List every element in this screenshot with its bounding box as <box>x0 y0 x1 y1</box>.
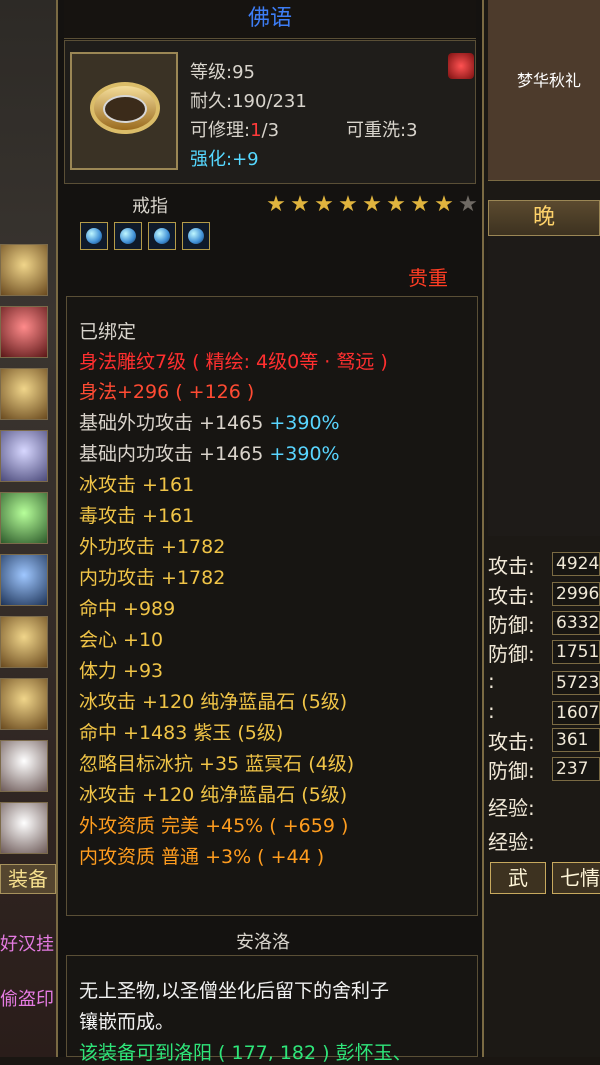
item-level: 等级:95 <box>190 62 255 83</box>
rewash-info: 可重洗:3 <box>346 120 418 141</box>
stat-value: 237 <box>552 757 600 781</box>
stat-value: 5723 <box>552 671 600 695</box>
equipment-slot[interactable] <box>0 678 48 730</box>
enhance-label: 强化: <box>190 149 233 170</box>
sidebar-label: 偷盗印 <box>0 989 54 1010</box>
repair-value: 1 <box>250 120 262 141</box>
attribute-line: 内功攻击 +1782 <box>79 567 226 589</box>
attribute-line: 冰攻击 +120 纯净蓝晶石 (5级) <box>79 691 348 713</box>
stat-value: 361 <box>552 728 600 752</box>
rarity-label: 贵重 <box>408 266 448 290</box>
star-icon: ★ <box>362 192 382 217</box>
attribute-line: 体力 +93 <box>79 660 164 682</box>
equipment-slot[interactable] <box>0 244 48 296</box>
description-panel: 无上圣物,以圣僧坐化后留下的舍利子 镶嵌而成。 该装备可到洛阳 ( 177, 1… <box>66 955 478 1064</box>
gem-slot[interactable] <box>114 222 142 250</box>
stat-label: 防御: <box>488 759 535 783</box>
bound-status: 已绑定 <box>79 321 137 343</box>
gem-slot[interactable] <box>182 222 210 250</box>
star-icon: ★ <box>458 192 478 217</box>
star-icon: ★ <box>266 192 286 217</box>
bottom-tabs: 武 七情 <box>490 862 600 894</box>
stat-value: 1607 <box>552 701 600 725</box>
equipment-slot[interactable] <box>0 492 48 544</box>
attribute-line: 基础内功攻击 +1465 +390% <box>79 439 340 466</box>
equipment-slot[interactable] <box>0 740 48 792</box>
attribute-extra: +390% <box>263 412 340 434</box>
item-durability: 耐久:190/231 <box>190 91 307 112</box>
repair-label: 可修理: <box>190 120 251 141</box>
attribute-line: 身法+296 ( +126 ) <box>79 377 254 404</box>
stat-value: 6332 <box>552 611 600 635</box>
star-icon: ★ <box>434 192 454 217</box>
tab-seven-emotions[interactable]: 七情 <box>552 862 600 894</box>
item-title: 佛语 <box>64 0 476 39</box>
description-line: 无上圣物,以圣僧坐化后留下的舍利子 <box>79 980 390 1002</box>
stat-label: 攻击: <box>488 554 535 578</box>
sidebar-label: 好汉挂 <box>0 934 54 955</box>
enhance-value: +9 <box>232 149 259 170</box>
stat-label: : <box>488 669 495 693</box>
attribute-line: 会心 +10 <box>79 629 164 651</box>
item-image <box>70 52 178 170</box>
stat-value: 2996 <box>552 582 600 606</box>
attribute-line: 冰攻击 +120 纯净蓝晶石 (5级) <box>79 784 348 806</box>
equipment-slot[interactable] <box>0 306 48 358</box>
description-line: 该装备可到洛阳 ( 177, 182 ) 彭怀玉、 <box>79 1042 412 1064</box>
source-title: 安洛洛 <box>236 932 290 953</box>
star-icon: ★ <box>410 192 430 217</box>
stat-label: 攻击: <box>488 730 535 754</box>
stat-label: : <box>488 699 495 723</box>
stat-label: 防御: <box>488 613 535 637</box>
star-icon: ★ <box>314 192 334 217</box>
ring-icon <box>90 82 160 134</box>
equipment-slot[interactable] <box>0 368 48 420</box>
experience-label: 经验: <box>488 796 535 820</box>
attribute-line: 忽略目标冰抗 +35 蓝冥石 (4级) <box>79 753 355 775</box>
attribute-line: 内攻资质 普通 +3% ( +44 ) <box>79 846 325 868</box>
item-type: 戒指 <box>132 196 168 217</box>
time-label: 晚 <box>488 200 600 236</box>
stat-label: 攻击: <box>488 584 535 608</box>
equipment-slot[interactable] <box>0 616 48 668</box>
attribute-line: 外攻资质 完美 +45% ( +659 ) <box>79 815 349 837</box>
event-banner-text: 梦华秋礼 <box>517 71 582 90</box>
special-icon <box>448 53 474 79</box>
experience-label: 经验: <box>488 830 535 854</box>
attribute-line: 毒攻击 +161 <box>79 505 195 527</box>
star-rating: ★ ★ ★ ★ ★ ★ ★ ★ ★ <box>265 194 479 216</box>
repair-total: /3 <box>261 120 280 141</box>
attribute-line: 命中 +989 <box>79 598 176 620</box>
equipment-slot[interactable] <box>0 554 48 606</box>
gem-slot[interactable] <box>80 222 108 250</box>
right-info-strip <box>488 236 600 536</box>
gem-slot[interactable] <box>148 222 176 250</box>
equipment-slot[interactable] <box>0 430 48 482</box>
star-icon: ★ <box>386 192 406 217</box>
attribute-panel: 已绑定 身法雕纹7级 ( 精绘: 4级0等 · 驽远 ) 身法+296 ( +1… <box>66 296 478 916</box>
engraving-line: 身法雕纹7级 ( 精绘: 4级0等 · 驽远 ) <box>79 351 388 373</box>
stat-value: 4924 <box>552 552 600 576</box>
attribute-extra: +390% <box>263 443 340 465</box>
attribute-text: 基础内功攻击 +1465 <box>79 443 264 465</box>
attribute-line: 基础外功攻击 +1465 +390% <box>79 408 340 435</box>
description-line: 镶嵌而成。 <box>79 1011 175 1033</box>
star-icon: ★ <box>290 192 310 217</box>
stat-value: 1751 <box>552 640 600 664</box>
enhance-info: 强化:+9 <box>190 145 259 171</box>
attribute-text: 基础外功攻击 +1465 <box>79 412 264 434</box>
tab-martial[interactable]: 武 <box>490 862 546 894</box>
equipment-slot[interactable] <box>0 802 48 854</box>
stat-label: 防御: <box>488 642 535 666</box>
attribute-line: 冰攻击 +161 <box>79 474 195 496</box>
attribute-line: 命中 +1483 紫玉 (5级) <box>79 722 284 744</box>
repair-info: 可修理:1/3 <box>190 116 279 142</box>
equipment-tab[interactable]: 装备 <box>0 864 56 894</box>
star-icon: ★ <box>338 192 358 217</box>
item-tooltip: 佛语 等级:95 耐久:190/231 可修理:1/3 可重洗:3 强化:+9 … <box>56 0 484 1064</box>
attribute-text: 身法+296 ( +126 ) <box>79 381 255 403</box>
attribute-line: 外功攻击 +1782 <box>79 536 226 558</box>
